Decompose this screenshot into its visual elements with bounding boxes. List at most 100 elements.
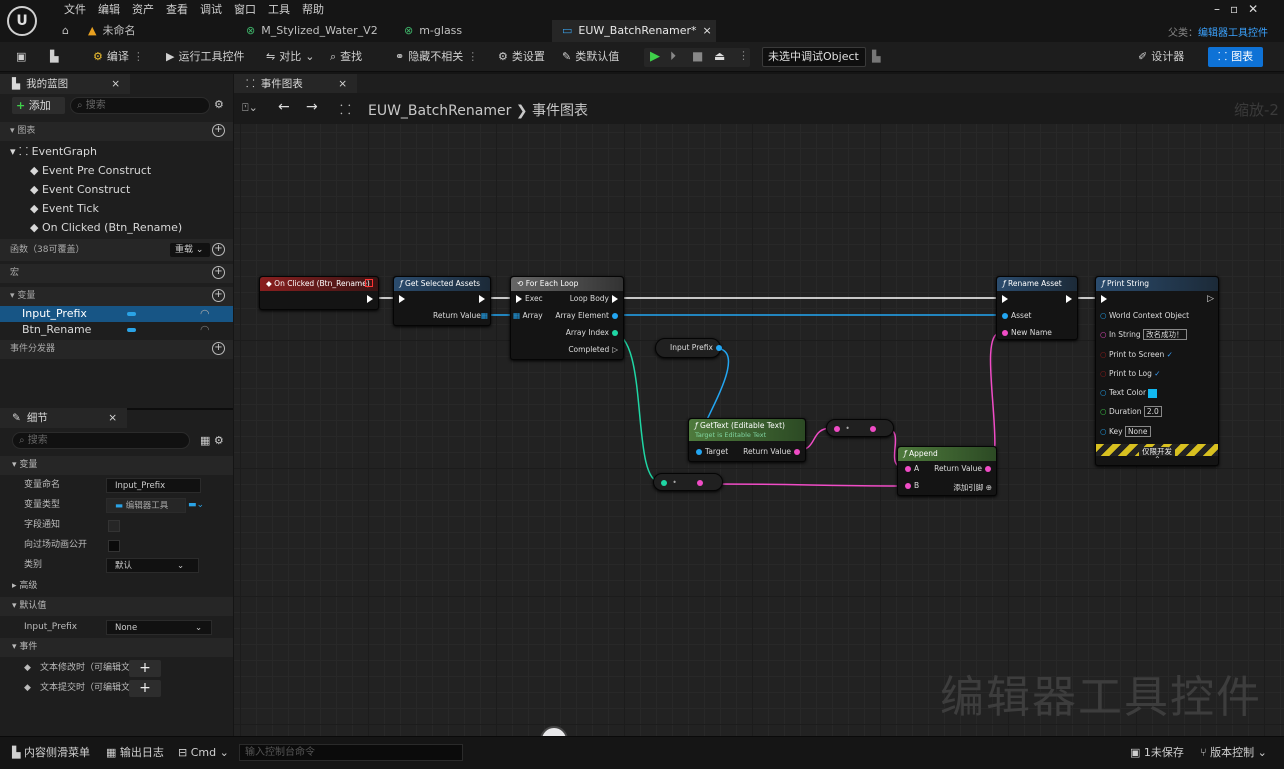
pin-label: Array	[522, 311, 543, 320]
pin-icon: ○	[1100, 388, 1107, 397]
pin-icon: ○	[1100, 350, 1107, 359]
cmd-dropdown[interactable]: ⊟ Cmd ⌄	[178, 746, 229, 760]
pin-label: 添加引脚	[953, 483, 984, 492]
source-control-icon: ⑂	[1200, 746, 1207, 759]
exec-in-pin[interactable]	[1098, 294, 1110, 304]
print-to-screen-pin[interactable]: ○ Print to Screen ✓	[1100, 350, 1173, 360]
exec-out-pin[interactable]	[1063, 294, 1075, 304]
node-header: ƒ Rename Asset	[997, 277, 1077, 291]
in-string-field[interactable]: 改名成功！	[1143, 329, 1187, 340]
exec-in-pin[interactable]	[396, 294, 408, 304]
pin-label: Array Index	[565, 328, 609, 337]
pin-label: Print to Screen	[1108, 350, 1165, 359]
node-input-prefix-getter[interactable]: Input Prefix	[655, 338, 722, 358]
node-title: For Each Loop	[525, 279, 579, 288]
node-print-string[interactable]: ƒ Print String ▷ ○ World Context Object …	[1095, 276, 1219, 466]
pin-icon: ○	[1100, 311, 1107, 320]
conversion-pins[interactable]: •	[658, 478, 706, 488]
node-on-clicked[interactable]: ◆ On Clicked (Btn_Rename)	[259, 276, 379, 310]
node-subtitle: Target is Editable Text	[695, 431, 767, 439]
console-placeholder: 输入控制台命令	[245, 747, 315, 758]
node-title: On Clicked (Btn_Rename)	[274, 279, 370, 288]
key-field[interactable]: None	[1124, 426, 1151, 437]
node-header: ƒ Append	[898, 447, 996, 461]
node-gettext[interactable]: ƒ GetText (Editable Text) Target is Edit…	[688, 418, 806, 462]
node-title: Append	[909, 449, 938, 458]
exec-out-pin[interactable]	[476, 294, 488, 304]
return-value-pin[interactable]: Return Value	[934, 464, 994, 474]
delegate-pin[interactable]	[365, 279, 373, 287]
pin-icon: ○	[1100, 427, 1107, 436]
content-drawer-button[interactable]: ▙ 内容侧滑菜单	[12, 746, 90, 760]
in-string-pin[interactable]: ○ In String 改名成功！	[1100, 329, 1187, 340]
color-swatch[interactable]	[1148, 388, 1158, 398]
node-header: ƒ Get Selected Assets	[394, 277, 490, 291]
exec-out-pin[interactable]	[364, 294, 376, 304]
content-drawer-label: 内容侧滑菜单	[23, 746, 90, 759]
node-append[interactable]: ƒ Append A B Return Value 添加引脚 ⊕	[897, 446, 997, 496]
node-for-each-loop[interactable]: ⟲ For Each Loop Exec ▦ Array Loop Body A…	[510, 276, 624, 360]
completed-pin[interactable]: Completed ▷	[568, 345, 621, 355]
output-log-button[interactable]: ▦ 输出日志	[106, 746, 164, 760]
new-name-pin[interactable]: New Name	[999, 328, 1052, 338]
duration-field[interactable]: 2.0	[1143, 406, 1162, 417]
pin-label: Array Element	[555, 311, 609, 320]
node-conversion-int-to-string[interactable]: •	[653, 473, 723, 491]
pin-label: Exec	[525, 294, 543, 303]
console-input[interactable]: 输入控制台命令	[239, 744, 463, 761]
world-context-pin[interactable]: ○ World Context Object	[1100, 311, 1189, 321]
array-in-pin[interactable]: ▦ Array	[513, 311, 543, 321]
asset-pin[interactable]: Asset	[999, 311, 1032, 321]
pin-icon: ○	[1100, 407, 1107, 416]
node-get-selected-assets[interactable]: ƒ Get Selected Assets Return Value▦	[393, 276, 491, 326]
event-icon: ◆	[266, 279, 272, 288]
target-pin[interactable]: Target	[693, 447, 728, 457]
pin-label: Completed	[568, 345, 610, 354]
exec-in-pin[interactable]: Exec	[513, 294, 543, 304]
pin-label: Target	[705, 447, 729, 456]
function-icon: ƒ	[400, 279, 403, 288]
node-rename-asset[interactable]: ƒ Rename Asset Asset New Name	[996, 276, 1078, 340]
source-control-button[interactable]: ⑂ 版本控制 ⌄	[1200, 746, 1267, 760]
function-icon: ƒ	[904, 449, 907, 458]
pin-label: Loop Body	[569, 294, 609, 303]
array-index-pin[interactable]: Array Index	[566, 328, 621, 338]
plus-circle-icon: ⊕	[985, 483, 992, 492]
function-icon: ƒ	[1102, 279, 1105, 288]
loop-body-pin[interactable]: Loop Body	[570, 294, 621, 304]
return-value-pin[interactable]: Return Value	[743, 447, 803, 457]
duration-pin[interactable]: ○ Duration 2.0	[1100, 406, 1162, 417]
input-prefix-out-pin[interactable]: Input Prefix	[670, 343, 725, 353]
node-header: ƒ GetText (Editable Text) Target is Edit…	[689, 419, 805, 441]
expand-chevron-icon[interactable]: ⌃	[1154, 455, 1161, 464]
output-log-icon: ▦	[106, 746, 117, 759]
key-pin[interactable]: ○ Key None	[1100, 426, 1151, 437]
a-pin[interactable]: A	[902, 464, 919, 474]
cmd-label: Cmd	[190, 746, 217, 759]
checkbox-checked-icon[interactable]: ✓	[1154, 369, 1160, 378]
terminal-icon: ⊟	[178, 746, 188, 759]
node-header: ◆ On Clicked (Btn_Rename)	[260, 277, 378, 291]
print-to-log-pin[interactable]: ○ Print to Log ✓	[1100, 369, 1161, 379]
pin-label: Key	[1108, 427, 1123, 436]
string-wire	[711, 483, 907, 487]
exec-in-pin[interactable]	[999, 294, 1011, 304]
conversion-pins[interactable]: •	[831, 424, 879, 434]
unsaved-button[interactable]: ▣ 1未保存	[1130, 746, 1184, 760]
text-color-pin[interactable]: ○ Text Color	[1100, 388, 1158, 398]
pin-label: Return Value	[934, 464, 982, 473]
pin-label: Asset	[1011, 311, 1032, 320]
pin-label: Return Value	[743, 447, 791, 456]
pin-label: Text Color	[1108, 388, 1147, 397]
function-icon: ƒ	[1003, 279, 1006, 288]
checkbox-checked-icon[interactable]: ✓	[1167, 350, 1173, 359]
b-pin[interactable]: B	[902, 481, 919, 491]
output-log-label: 输出日志	[119, 746, 164, 759]
return-value-pin[interactable]: Return Value▦	[433, 311, 488, 321]
add-pin-button[interactable]: 添加引脚 ⊕	[953, 483, 992, 493]
graph-watermark: 编辑器工具控件	[940, 672, 1262, 723]
array-element-pin[interactable]: Array Element	[555, 311, 621, 321]
array-pin-icon: ▦	[513, 311, 521, 320]
node-conversion-text-to-string[interactable]: •	[826, 419, 894, 437]
exec-out-pin[interactable]: ▷	[1207, 294, 1214, 304]
